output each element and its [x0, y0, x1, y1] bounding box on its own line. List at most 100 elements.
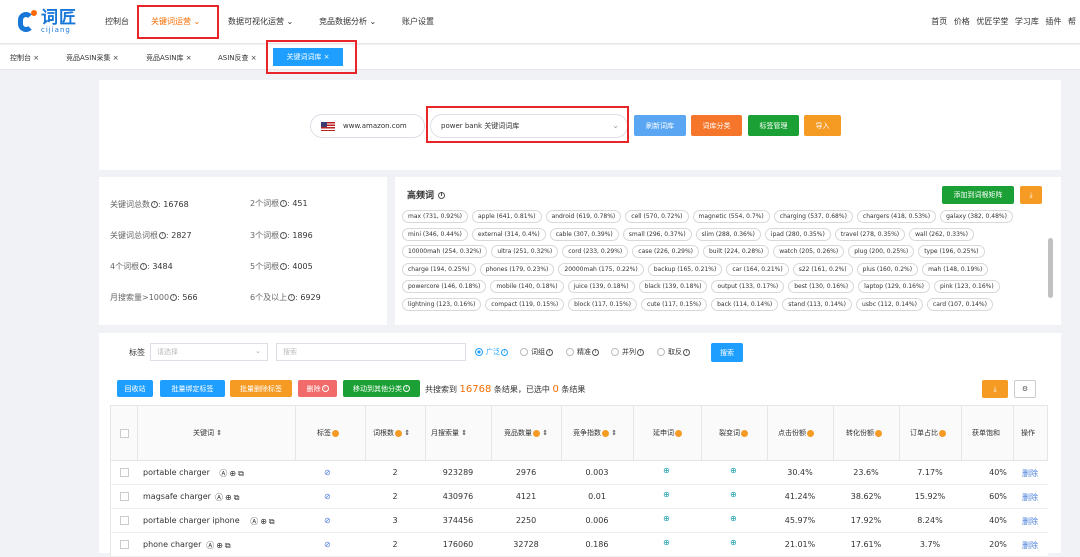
high-frequency-chip[interactable]: output (133, 0.17%) [711, 280, 785, 294]
recycle-bin-button[interactable]: 回收站 [117, 380, 153, 397]
help-icon[interactable] [807, 429, 814, 437]
info-icon[interactable]: i [280, 232, 288, 239]
tag-link-icon[interactable]: ⊘ [324, 516, 331, 525]
high-frequency-chip[interactable]: 20000mah (175, 0.22%) [558, 262, 644, 276]
delete-row-link[interactable]: 删除 [1022, 516, 1038, 527]
high-frequency-chip[interactable]: ultra (251, 0.32%) [491, 245, 559, 259]
tag-link-icon[interactable]: ⊘ [324, 540, 331, 549]
help-icon[interactable] [675, 429, 682, 437]
info-icon[interactable]: i [140, 263, 148, 270]
high-frequency-chip[interactable]: cute (117, 0.15%) [641, 297, 708, 311]
high-frequency-chip[interactable]: mobile (140, 0.18%) [490, 280, 564, 294]
tag-filter-select[interactable]: 请选择 ⌄ [150, 343, 268, 361]
high-frequency-chip[interactable]: travel (278, 0.35%) [834, 227, 906, 241]
row-checkbox[interactable] [120, 516, 129, 525]
search-button[interactable]: 搜索 [711, 343, 743, 362]
download-icon[interactable]: ⤓ [982, 380, 1008, 398]
high-frequency-chip[interactable]: block (117, 0.15%) [568, 297, 638, 311]
nav-dashboard[interactable]: 控制台 [105, 16, 129, 27]
amazon-icon[interactable]: Ⓐ [219, 469, 227, 478]
amazon-icon[interactable]: Ⓐ [250, 517, 258, 526]
high-frequency-chip[interactable]: charging (537, 0.68%) [773, 210, 853, 223]
high-frequency-chip[interactable]: mini (346, 0.44%) [402, 227, 468, 241]
mode-phrase-radio[interactable]: 词组 i [520, 347, 553, 357]
info-icon[interactable]: i [403, 385, 410, 392]
nav-competitor-analysis[interactable]: 竞品数据分析 ⌄ [319, 16, 376, 27]
row-checkbox[interactable] [120, 540, 129, 549]
link-price[interactable]: 价格 [954, 17, 970, 26]
link-library[interactable]: 学习库 [1015, 17, 1039, 26]
high-frequency-chip[interactable]: android (619, 0.78%) [545, 210, 622, 223]
help-icon[interactable] [875, 429, 882, 437]
link-school[interactable]: 优匠学堂 [976, 17, 1008, 26]
high-frequency-chip[interactable]: slim (288, 0.36%) [695, 227, 761, 241]
high-frequency-chip[interactable]: external (314, 0.4%) [471, 227, 546, 241]
mode-broad-radio[interactable]: 广泛 i [475, 347, 508, 357]
row-checkbox[interactable] [120, 492, 129, 501]
high-frequency-chip[interactable]: black (139, 0.18%) [638, 280, 708, 294]
info-icon[interactable]: i [280, 200, 288, 207]
high-frequency-chip[interactable]: max (731, 0.92%) [402, 210, 468, 223]
fission-words-zoom-icon[interactable]: ⊕ [730, 538, 737, 547]
select-all-checkbox[interactable] [120, 429, 129, 438]
copy-icon[interactable]: ⧉ [238, 469, 244, 478]
high-frequency-chip[interactable]: small (296, 0.37%) [622, 227, 692, 241]
library-category-button[interactable]: 词库分类 [691, 115, 742, 136]
tag-link-icon[interactable]: ⊘ [324, 492, 331, 501]
info-icon[interactable]: i [151, 201, 158, 208]
high-frequency-chip[interactable]: galaxy (382, 0.48%) [940, 210, 1013, 223]
mode-parallel-radio[interactable]: 并列 i [611, 347, 644, 357]
delete-button[interactable]: 删除 i [298, 380, 337, 397]
search-icon[interactable]: ⊕ [260, 517, 267, 526]
extended-words-zoom-icon[interactable]: ⊕ [663, 490, 670, 499]
link-help[interactable]: 帮 [1068, 17, 1076, 26]
info-icon[interactable]: i [683, 348, 690, 356]
col-keyword[interactable]: 关键词 ⇕ [193, 428, 222, 438]
high-frequency-chip[interactable]: plus (160, 0.2%) [856, 262, 919, 276]
delete-row-link[interactable]: 删除 [1022, 468, 1038, 479]
download-icon[interactable]: ⤓ [1020, 186, 1042, 204]
high-frequency-chip[interactable]: pink (123, 0.16%) [934, 280, 1000, 294]
high-frequency-chip[interactable]: juice (139, 0.18%) [567, 280, 635, 294]
high-frequency-chip[interactable]: magnetic (554, 0.7%) [692, 210, 770, 223]
high-frequency-chip[interactable]: car (164, 0.21%) [726, 262, 789, 276]
import-button[interactable]: 导入 [804, 115, 841, 136]
extended-words-zoom-icon[interactable]: ⊕ [663, 538, 670, 547]
high-frequency-chip[interactable]: s22 (161, 0.2%) [792, 262, 853, 276]
help-icon[interactable] [939, 429, 946, 437]
info-icon[interactable]: i [280, 263, 288, 270]
col-competition-index[interactable]: 竞争指数 ⇕ [573, 428, 617, 438]
extended-words-zoom-icon[interactable]: ⊕ [663, 514, 670, 523]
high-frequency-chip[interactable]: usbc (112, 0.14%) [855, 297, 923, 311]
link-home[interactable]: 首页 [931, 17, 947, 26]
col-monthly-search[interactable]: 月搜索量 ⇕ [431, 428, 467, 438]
row-checkbox[interactable] [120, 468, 129, 477]
tab-dashboard[interactable]: 控制台 × [10, 53, 39, 63]
mode-negate-radio[interactable]: 取反 i [657, 347, 690, 357]
settings-icon[interactable]: ⚙ [1014, 380, 1036, 398]
logo[interactable]: 词匠 cijiang [18, 8, 77, 36]
nav-data-visual[interactable]: 数据可视化运营 ⌄ [228, 16, 293, 27]
keyword-search-input[interactable]: 搜索 [276, 343, 466, 361]
high-frequency-chip[interactable]: lightning (123, 0.16%) [402, 297, 482, 311]
info-icon[interactable]: i [288, 294, 296, 301]
fission-words-zoom-icon[interactable]: ⊕ [730, 514, 737, 523]
info-icon[interactable]: i [438, 192, 446, 199]
refresh-library-button[interactable]: 刷新词库 [634, 115, 686, 136]
high-frequency-chip[interactable]: mah (148, 0.19%) [922, 262, 989, 276]
help-icon[interactable] [395, 429, 402, 437]
search-icon[interactable]: ⊕ [229, 469, 236, 478]
high-frequency-chip[interactable]: type (196, 0.25%) [918, 245, 985, 259]
high-frequency-chip[interactable]: apple (641, 0.81%) [472, 210, 542, 223]
high-frequency-chip[interactable]: laptop (129, 0.16%) [858, 280, 931, 294]
search-icon[interactable]: ⊕ [225, 493, 232, 502]
move-category-button[interactable]: 移动到其他分类 i [343, 380, 420, 397]
high-frequency-chip[interactable]: best (130, 0.16%) [788, 280, 855, 294]
high-frequency-chip[interactable]: plug (200, 0.25%) [848, 245, 915, 259]
high-frequency-chip[interactable]: charge (194, 0.25%) [402, 262, 476, 276]
high-frequency-chip[interactable]: stand (113, 0.14%) [782, 297, 852, 311]
high-frequency-chip[interactable]: ipad (280, 0.35%) [764, 227, 831, 241]
delete-row-link[interactable]: 删除 [1022, 492, 1038, 503]
info-icon[interactable]: i [501, 348, 508, 356]
info-icon[interactable]: i [170, 294, 178, 301]
